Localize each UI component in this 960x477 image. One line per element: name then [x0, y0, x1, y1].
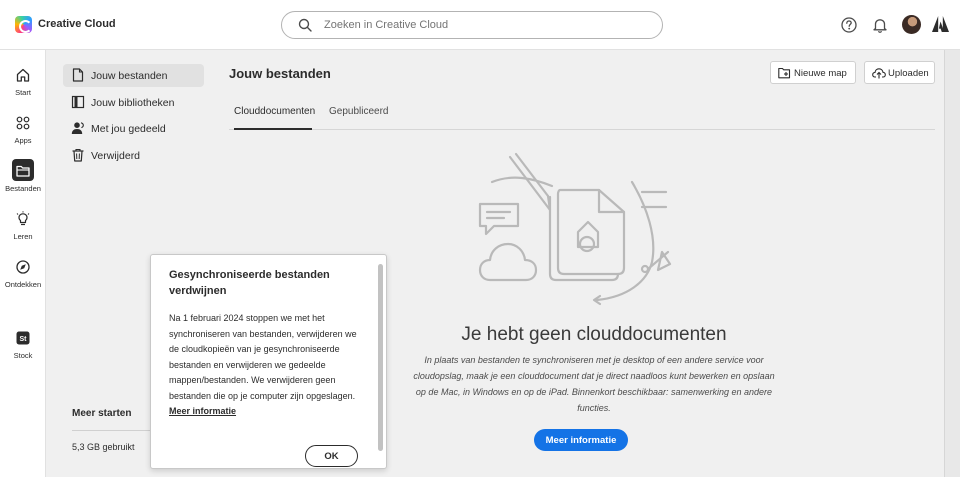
learn-more-button[interactable]: Meer informatie	[534, 429, 628, 451]
search-icon	[298, 18, 312, 32]
rail-label: Apps	[14, 136, 32, 145]
left-rail: Start Apps Bestanden Leren Ontdekken St …	[0, 50, 46, 477]
user-avatar[interactable]	[902, 15, 921, 34]
sync-notice-popover: Gesynchroniseerde bestanden verdwijnen N…	[150, 254, 387, 469]
stock-icon: St	[16, 331, 30, 345]
rail-item-stock[interactable]: St Stock	[0, 330, 46, 372]
rail-item-ontdekken[interactable]: Ontdekken	[0, 259, 46, 301]
search-input[interactable]	[324, 16, 644, 34]
top-bar: Creative Cloud	[0, 0, 960, 50]
ok-button[interactable]: OK	[305, 445, 358, 467]
empty-state-title: Je hebt geen clouddocumenten	[461, 324, 727, 345]
rail-item-apps[interactable]: Apps	[0, 115, 46, 157]
sidebar-item-label: Jouw bibliotheken	[91, 97, 175, 109]
upload-label: Uploaden	[888, 68, 929, 79]
folder-icon	[16, 165, 30, 177]
search-box[interactable]	[281, 11, 663, 39]
tab-gepubliceerd[interactable]: Gepubliceerd	[329, 106, 388, 130]
new-folder-button[interactable]: Nieuwe map	[770, 61, 856, 84]
help-icon[interactable]	[840, 16, 858, 34]
storage-title: Meer starten	[72, 408, 132, 419]
tab-bar: Clouddocumenten Gepubliceerd	[229, 106, 935, 130]
rail-label: Ontdekken	[4, 280, 42, 289]
home-icon	[16, 68, 30, 82]
rail-item-leren[interactable]: Leren	[0, 211, 46, 253]
popover-body: Na 1 februari 2024 stoppen we met het sy…	[169, 311, 364, 420]
sidebar-item-met-jou-gedeeld[interactable]: Met jou gedeeld	[63, 117, 204, 140]
sidebar-item-jouw-bestanden[interactable]: Jouw bestanden	[63, 64, 204, 87]
rail-label: Leren	[13, 232, 33, 241]
file-icon	[72, 68, 84, 82]
storage-used: 5,3 GB gebruikt	[72, 442, 135, 452]
window-edge	[944, 50, 960, 477]
page-title: Jouw bestanden	[229, 66, 331, 81]
libraries-icon	[71, 95, 85, 109]
apps-icon	[16, 116, 30, 130]
popover-scrollbar[interactable]	[378, 264, 383, 451]
svg-text:St: St	[20, 336, 28, 343]
rail-label: Stock	[13, 351, 33, 360]
compass-icon	[16, 260, 30, 274]
tab-clouddocumenten[interactable]: Clouddocumenten	[234, 106, 315, 130]
notification-bell-icon[interactable]	[871, 16, 889, 34]
sidebar-item-label: Verwijderd	[91, 150, 141, 162]
sidebar-item-jouw-bibliotheken[interactable]: Jouw bibliotheken	[63, 91, 204, 114]
sidebar-item-label: Jouw bestanden	[91, 70, 168, 82]
new-folder-label: Nieuwe map	[794, 68, 847, 79]
adobe-logo-icon[interactable]	[932, 16, 949, 32]
rail-label: Start	[15, 88, 31, 97]
sidebar-item-verwijderd[interactable]: Verwijderd	[63, 144, 204, 167]
lightbulb-icon	[16, 211, 30, 226]
creative-cloud-logo-icon[interactable]	[15, 16, 32, 33]
rail-item-bestanden[interactable]: Bestanden	[0, 159, 46, 205]
empty-state-illustration	[478, 152, 672, 306]
sidebar-item-label: Met jou gedeeld	[91, 123, 166, 135]
trash-icon	[72, 148, 84, 162]
popover-title: Gesynchroniseerde bestanden verdwijnen	[169, 269, 330, 297]
new-folder-icon	[778, 67, 791, 79]
popover-learn-more-link[interactable]: Meer informatie	[169, 406, 236, 416]
shared-users-icon	[71, 122, 84, 134]
cloud-upload-icon	[872, 68, 886, 79]
popover-text: Na 1 februari 2024 stoppen we met het sy…	[169, 313, 357, 401]
rail-item-start[interactable]: Start	[0, 67, 46, 109]
empty-state-description: In plaats van bestanden te synchronisere…	[413, 355, 775, 413]
rail-label: Bestanden	[5, 184, 41, 193]
app-title: Creative Cloud	[38, 18, 116, 30]
upload-button[interactable]: Uploaden	[864, 61, 935, 84]
